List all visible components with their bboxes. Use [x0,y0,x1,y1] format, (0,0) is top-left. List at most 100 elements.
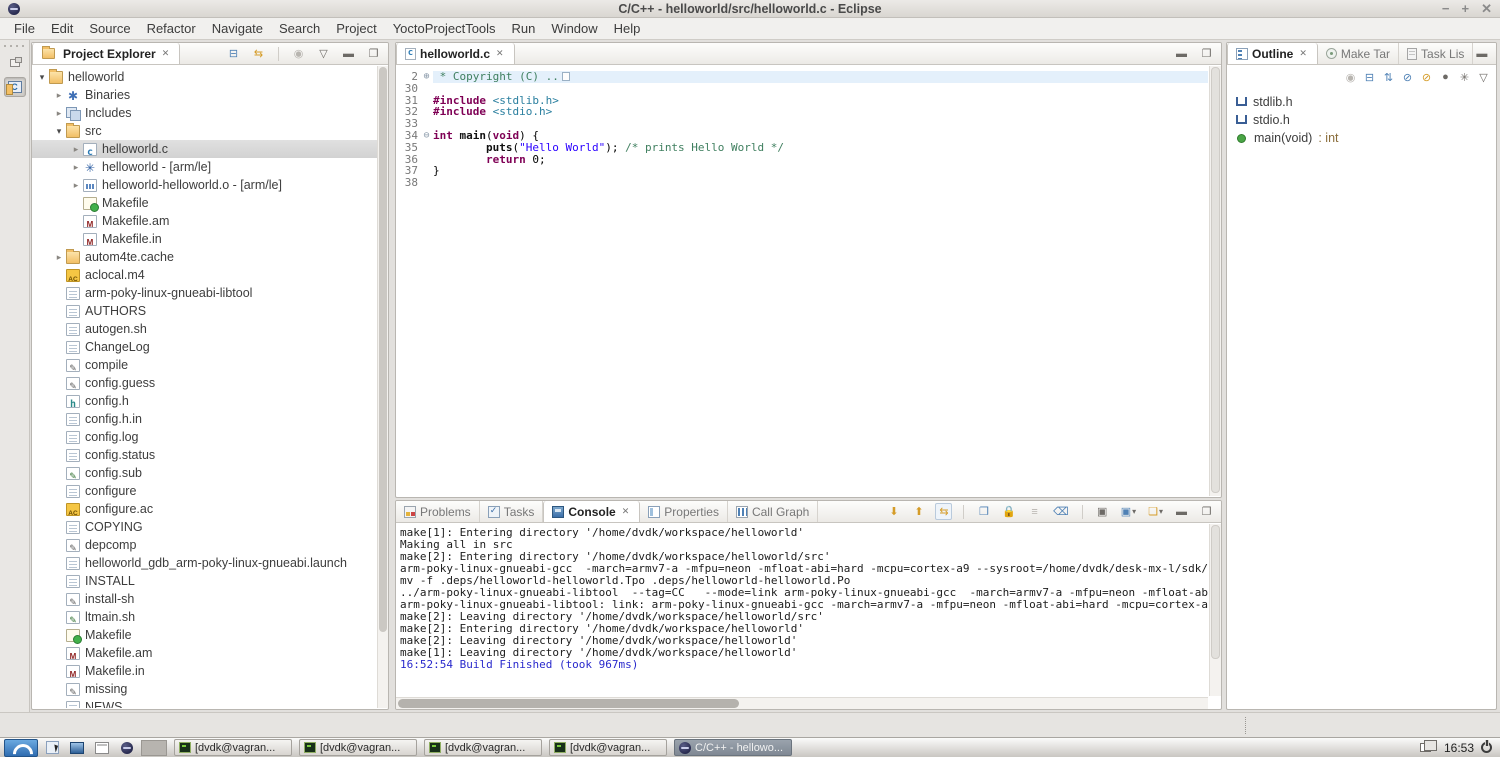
tree-item[interactable]: depcomp [32,536,377,554]
menu-project[interactable]: Project [328,19,384,38]
scroll-lock-icon[interactable]: 🔒 [1000,503,1018,520]
outline-item[interactable]: stdlib.h [1235,93,1496,111]
tab-task-lis[interactable]: Task Lis [1399,43,1473,64]
empty-launcher-button[interactable] [141,739,167,757]
console-output[interactable]: make[1]: Entering directory '/home/dvdk/… [396,524,1208,696]
tree-item[interactable]: config.guess [32,374,377,392]
tree-item[interactable]: ▸autom4te.cache [32,248,377,266]
tree-item[interactable]: config.sub [32,464,377,482]
tree-item[interactable]: ▸helloworld - [arm/le] [32,158,377,176]
tree-item[interactable]: ▸Binaries [32,86,377,104]
dropdown-arrow-icon[interactable]: ▾ [1132,507,1136,516]
tree-item[interactable]: ChangeLog [32,338,377,356]
maximize-view-icon[interactable]: ❐ [365,45,382,62]
code-line[interactable]: 37} [396,165,1208,177]
window-close-button[interactable]: ✕ [1481,0,1492,18]
tree-item[interactable]: config.status [32,446,377,464]
tree-item[interactable]: Makefile.am [32,212,377,230]
twistie-icon[interactable]: ▸ [53,252,65,263]
tab-tasks[interactable]: Tasks [480,501,544,522]
tab-call-graph[interactable]: Call Graph [728,501,818,522]
menu-search[interactable]: Search [271,19,328,38]
collapse-all-icon[interactable]: ⊟ [1361,69,1378,86]
show-desktop-button[interactable] [91,739,113,757]
collapse-all-icon[interactable]: ⊟ [225,45,242,62]
menu-window[interactable]: Window [543,19,605,38]
focus-icon[interactable]: ◉ [1342,69,1359,86]
minimize-view-icon[interactable]: ▬ [1173,503,1190,520]
outline-item[interactable]: stdio.h [1235,111,1496,129]
tree-item[interactable]: install-sh [32,590,377,608]
eclipse-launcher-button[interactable] [116,739,138,757]
hide-static-members-icon[interactable]: ⊘ [1418,69,1435,86]
maximize-view-icon[interactable]: ❐ [1198,45,1215,62]
window-titlebar[interactable]: C/C++ - helloworld/src/helloworld.c - Ec… [0,0,1500,18]
hide-non-public-members-icon[interactable]: ● [1437,69,1454,86]
taskbar-window-button[interactable]: [dvdk@vagran... [174,739,292,756]
minimize-view-icon[interactable]: ▬ [340,45,357,62]
tree-item[interactable]: config.log [32,428,377,446]
show-console-on-output-icon[interactable]: ⇆ [935,503,952,520]
tree-item[interactable]: missing [32,680,377,698]
view-menu-icon[interactable]: ▽ [1475,69,1492,86]
menu-refactor[interactable]: Refactor [139,19,204,38]
tree-item[interactable]: helloworld_gdb_arm-poky-linux-gnueabi.la… [32,554,377,572]
open-console-icon[interactable]: ▣▾ [1119,503,1138,520]
trim-drag-handle[interactable] [1245,717,1246,734]
cpp-perspective-button[interactable]: C [4,77,26,97]
workspace-switcher-icon[interactable] [1420,743,1431,752]
minimize-view-icon[interactable]: ▬ [1173,45,1190,62]
tree-item[interactable]: Makefile.am [32,644,377,662]
tree-item[interactable]: AUTHORS [32,302,377,320]
display-selected-console-icon[interactable]: ▣ [1094,503,1111,520]
tree-item[interactable]: compile [32,356,377,374]
window-maximize-button[interactable]: + [1462,0,1470,18]
minimize-view-icon[interactable]: ▬ [1473,45,1490,62]
display-settings-button[interactable] [66,739,88,757]
close-icon[interactable]: ✕ [1297,47,1309,60]
tab-make-tar[interactable]: Make Tar [1318,43,1399,64]
twistie-icon[interactable]: ▸ [53,108,65,119]
twistie-icon[interactable]: ▸ [53,90,65,101]
app-menu-button[interactable] [4,739,38,757]
scrollbar-thumb[interactable] [379,67,387,632]
power-icon[interactable] [1481,742,1492,753]
outline-item[interactable]: main(void) : int [1235,129,1496,147]
tree-item[interactable]: COPYING [32,518,377,536]
folded-region-icon[interactable] [562,72,570,81]
code-line[interactable]: 38 [396,177,1208,189]
twistie-icon[interactable]: ▸ [70,180,82,191]
close-icon[interactable]: ✕ [620,505,632,518]
close-icon[interactable]: ✕ [494,47,506,60]
new-console-view-icon[interactable]: ❏▾ [1146,503,1165,520]
tree-item[interactable]: autogen.sh [32,320,377,338]
fold-marker-icon[interactable]: ⊖ [420,130,433,142]
toolbar-drag-handle[interactable] [4,43,25,49]
sort-icon[interactable]: ⇅ [1380,69,1397,86]
restore-toolbar-button[interactable] [4,53,26,73]
fold-marker-icon[interactable]: ⊕ [420,71,433,83]
dropdown-arrow-icon[interactable]: ▾ [1159,507,1163,516]
tree-item[interactable]: config.h.in [32,410,377,428]
pin-console-icon[interactable]: ❐ [975,503,992,520]
tree-item[interactable]: ▾src [32,122,377,140]
tab-helloworld-c[interactable]: helloworld.c ✕ [396,43,515,64]
menu-source[interactable]: Source [81,19,138,38]
tree-item[interactable]: ▸helloworld.c [32,140,377,158]
taskbar-window-button[interactable]: [dvdk@vagran... [299,739,417,756]
tree-item[interactable]: ▾helloworld [32,68,377,86]
menu-yoctoprojecttools[interactable]: YoctoProjectTools [385,19,504,38]
code-line[interactable]: 32#include <stdio.h> [396,106,1208,118]
file-manager-button[interactable] [41,739,63,757]
tree-item[interactable]: configure.ac [32,500,377,518]
menu-help[interactable]: Help [606,19,649,38]
taskbar-window-button[interactable]: C/C++ - hellowo... [674,739,792,756]
scroll-to-top-icon[interactable]: ⬆ [910,503,927,520]
tree-item[interactable]: configure [32,482,377,500]
twistie-icon[interactable]: ▾ [36,72,48,83]
taskbar-window-button[interactable]: [dvdk@vagran... [424,739,542,756]
tree-item[interactable]: ▸Includes [32,104,377,122]
focus-icon[interactable]: ◉ [290,45,307,62]
console-vscrollbar[interactable] [1209,524,1221,696]
scrollbar-thumb[interactable] [398,699,739,708]
